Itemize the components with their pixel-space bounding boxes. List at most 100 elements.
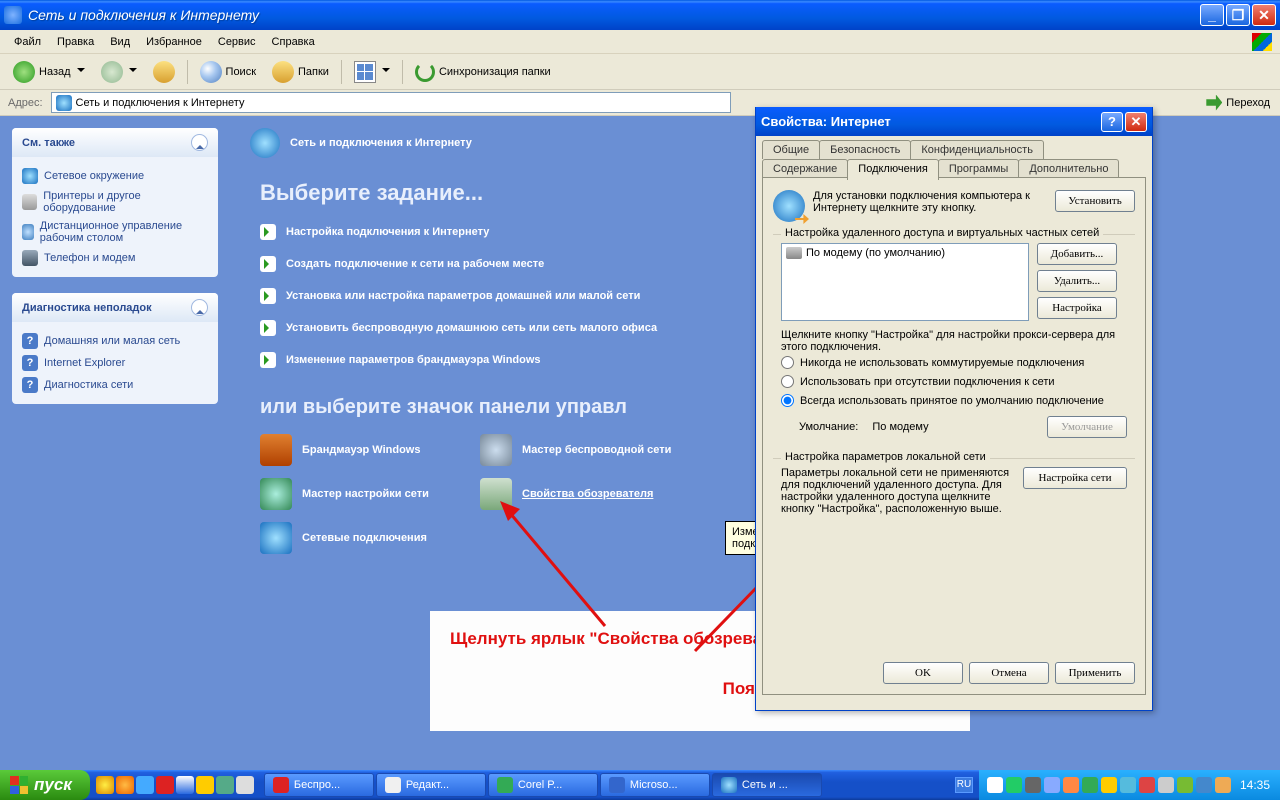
tab-content[interactable]: Содержание [762,159,848,178]
language-indicator[interactable]: RU [955,777,973,793]
tab-privacy[interactable]: Конфиденциальность [910,140,1044,159]
ql-opera-icon[interactable] [156,776,174,794]
panel-header[interactable]: Диагностика неполадок [12,293,218,322]
sidebar-item-remote[interactable]: Дистанционное управление рабочим столом [22,217,208,247]
chevron-down-icon[interactable] [382,68,390,76]
browser-icon [480,478,512,510]
ql-desktop-icon[interactable] [176,776,194,794]
dialup-fieldset: Настройка удаленного доступа и виртуальн… [773,234,1135,446]
dialog-body: Для установки подключения компьютера к И… [762,177,1146,695]
add-button[interactable]: Добавить... [1037,243,1117,265]
views-button[interactable] [347,57,397,87]
radio-dial-no-net[interactable]: Использовать при отсутствии подключения … [781,372,1127,391]
task-item-active[interactable]: Сеть и ... [712,773,822,797]
go-button[interactable]: Переход [1200,93,1276,113]
tray-icon[interactable] [1006,777,1022,793]
help-icon: ? [22,377,38,393]
tray-icon[interactable] [987,777,1003,793]
back-button[interactable]: Назад [6,57,92,87]
tray-icon[interactable] [1120,777,1136,793]
sync-button[interactable]: Синхронизация папки [408,58,558,86]
task-item[interactable]: Corel P... [488,773,598,797]
tray-icon[interactable] [1196,777,1212,793]
tray-icon[interactable] [1025,777,1041,793]
chevron-up-icon[interactable] [191,134,208,151]
tab-general[interactable]: Общие [762,140,820,159]
forward-icon [101,61,123,83]
task-item[interactable]: Microso... [600,773,710,797]
setup-button[interactable]: Установить [1055,190,1135,212]
clock[interactable]: 14:35 [1240,778,1270,792]
sidebar-item-phone-modem[interactable]: Телефон и модем [22,247,208,269]
lan-settings-button[interactable]: Настройка сети [1023,467,1127,489]
address-field[interactable]: Сеть и подключения к Интернету [51,92,731,113]
tab-programs[interactable]: Программы [938,159,1019,178]
ql-firefox-icon[interactable] [116,776,134,794]
tab-advanced[interactable]: Дополнительно [1018,159,1119,178]
minimize-button[interactable]: _ [1200,4,1224,26]
radio-always-dial[interactable]: Всегда использовать принятое по умолчани… [781,391,1127,410]
menu-tools[interactable]: Сервис [212,34,262,50]
tab-security[interactable]: Безопасность [819,140,911,159]
dialog-help-button[interactable]: ? [1101,112,1123,132]
tray-icon[interactable] [1101,777,1117,793]
tray-icon[interactable] [1177,777,1193,793]
chevron-up-icon[interactable] [191,299,208,316]
sidebar-item-network-places[interactable]: Сетевое окружение [22,165,208,187]
ql-app-icon[interactable] [196,776,214,794]
dialup-item-modem[interactable]: По модему (по умолчанию) [784,246,1026,260]
folders-button[interactable]: Папки [265,57,336,87]
delete-button[interactable]: Удалить... [1037,270,1117,292]
dialup-listbox[interactable]: По модему (по умолчанию) [781,243,1029,321]
task-item[interactable]: Беспро... [264,773,374,797]
tray-icon[interactable] [1082,777,1098,793]
maximize-button[interactable]: ❐ [1226,4,1250,26]
sidebar-item-home-network[interactable]: ?Домашняя или малая сеть [22,330,208,352]
start-button[interactable]: пуск [0,770,90,800]
ql-chrome-icon[interactable] [96,776,114,794]
tray-icon[interactable] [1063,777,1079,793]
tab-row-1: Общие Безопасность Конфиденциальность [756,136,1152,159]
cp-network-connections[interactable]: Сетевые подключения [260,522,460,554]
ql-app-icon[interactable] [236,776,254,794]
set-default-button: Умолчание [1047,416,1127,438]
ok-button[interactable]: OK [883,662,963,684]
close-button[interactable]: ✕ [1252,4,1276,26]
cp-wireless-wizard[interactable]: Мастер беспроводной сети [480,434,680,466]
cp-firewall[interactable]: Брандмауэр Windows [260,434,460,466]
tray-icon[interactable] [1215,777,1231,793]
menu-file[interactable]: Файл [8,34,47,50]
sidebar-item-printers[interactable]: Принтеры и другое оборудование [22,187,208,217]
task-item[interactable]: Редакт... [376,773,486,797]
radio-never-dial[interactable]: Никогда не использовать коммутируемые по… [781,353,1127,372]
sidebar-item-ie[interactable]: ?Internet Explorer [22,352,208,374]
menu-view[interactable]: Вид [104,34,136,50]
cp-network-wizard[interactable]: Мастер настройки сети [260,478,460,510]
cp-internet-options[interactable]: Свойства обозревателя [480,478,680,510]
tray-icon[interactable] [1139,777,1155,793]
tab-row-2: Содержание Подключения Программы Дополни… [756,159,1152,178]
tab-connections[interactable]: Подключения [847,159,939,180]
wireless-icon [480,434,512,466]
menu-edit[interactable]: Правка [51,34,100,50]
chevron-down-icon[interactable] [129,68,137,76]
tray-icon[interactable] [1044,777,1060,793]
ql-app-icon[interactable] [216,776,234,794]
menu-help[interactable]: Справка [266,34,321,50]
settings-button[interactable]: Настройка [1037,297,1117,319]
forward-button[interactable] [94,57,144,87]
sidebar-item-net-diag[interactable]: ?Диагностика сети [22,374,208,396]
apply-button[interactable]: Применить [1055,662,1135,684]
remote-icon [22,224,34,240]
search-button[interactable]: Поиск [193,57,263,87]
help-icon: ? [22,333,38,349]
dialog-close-button[interactable]: ✕ [1125,112,1147,132]
cancel-button[interactable]: Отмена [969,662,1049,684]
dialog-titlebar[interactable]: Свойства: Интернет ? ✕ [756,107,1152,136]
up-button[interactable] [146,57,182,87]
tray-icon[interactable] [1158,777,1174,793]
chevron-down-icon[interactable] [77,68,85,76]
ql-ie-icon[interactable] [136,776,154,794]
panel-header[interactable]: См. также [12,128,218,157]
menu-favorites[interactable]: Избранное [140,34,208,50]
